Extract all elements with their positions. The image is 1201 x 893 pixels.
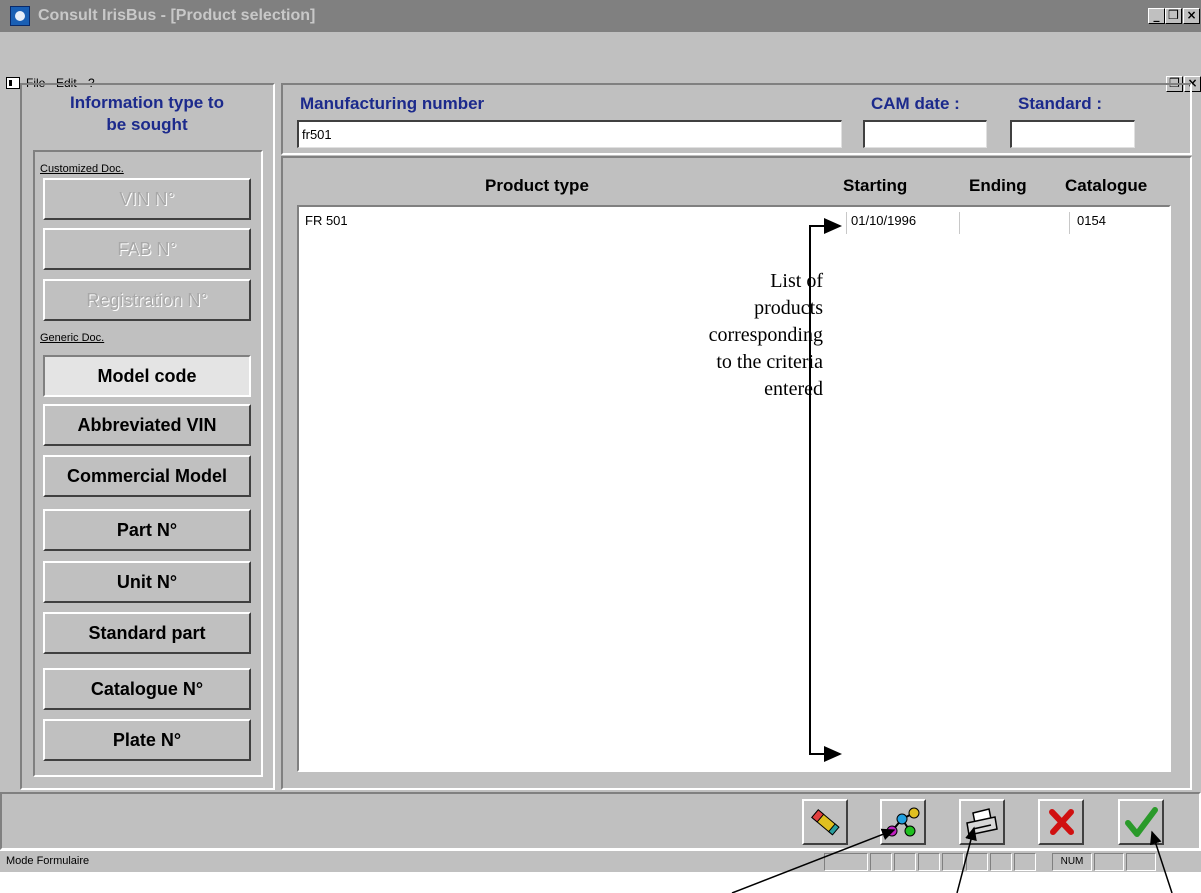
- catalogue-number-button[interactable]: Catalogue N°: [43, 668, 251, 710]
- registration-number-button[interactable]: Registration N°: [43, 279, 251, 321]
- cancel-x-icon: [1049, 809, 1074, 835]
- close-button[interactable]: ×: [1183, 8, 1200, 24]
- status-cell: [894, 853, 916, 871]
- standard-label: Standard :: [1018, 94, 1103, 113]
- status-cell: [990, 853, 1012, 871]
- column-catalogue[interactable]: Catalogue: [1065, 176, 1147, 196]
- status-text: Mode Formulaire: [6, 855, 90, 867]
- action-toolbar: [0, 792, 1201, 850]
- annotation-line: corresponding: [708, 324, 823, 346]
- molecule-icon: [886, 807, 920, 837]
- application-window: Consult IrisBus - [Product selection] _ …: [0, 0, 1201, 872]
- heading-line-2: be sought: [106, 115, 188, 134]
- column-divider: [846, 212, 847, 234]
- cam-date-label: CAM date :: [871, 94, 960, 113]
- status-cell: [966, 853, 988, 871]
- column-product-type[interactable]: Product type: [485, 176, 589, 196]
- list-annotation: List of products corresponding to the cr…: [709, 268, 823, 403]
- column-divider: [1069, 212, 1070, 234]
- maximize-button[interactable]: ❒: [1165, 8, 1182, 24]
- menu-bar: File Edit ? ❒ ×: [0, 36, 1201, 92]
- column-starting[interactable]: Starting: [843, 176, 907, 196]
- fab-number-button[interactable]: FAB N°: [43, 228, 251, 270]
- validate-check-icon: [1125, 807, 1158, 837]
- document-menu-icon[interactable]: [6, 77, 20, 89]
- information-type-heading: Information type to be sought: [22, 92, 272, 136]
- manufacturing-number-input[interactable]: [297, 120, 842, 148]
- cancel-button[interactable]: [1038, 799, 1084, 845]
- manufacturing-number-label: Manufacturing number: [300, 94, 485, 113]
- cam-date-input[interactable]: [863, 120, 987, 148]
- status-cell: [870, 853, 892, 871]
- vin-number-button[interactable]: VIN N°: [43, 178, 251, 220]
- column-ending[interactable]: Ending: [969, 176, 1027, 196]
- annotation-line: products: [754, 297, 823, 319]
- eraser-icon: [811, 809, 840, 836]
- standard-input[interactable]: [1010, 120, 1135, 148]
- annotation-line: entered: [764, 378, 823, 400]
- model-code-button[interactable]: Model code: [43, 355, 251, 397]
- num-lock-indicator: NUM: [1052, 853, 1092, 871]
- part-number-button[interactable]: Part N°: [43, 509, 251, 551]
- annotation-line: to the criteria: [716, 351, 823, 373]
- heading-line-1: Information type to: [70, 93, 224, 112]
- print-button[interactable]: [959, 799, 1005, 845]
- status-cell: [942, 853, 964, 871]
- generic-doc-label: Generic Doc.: [40, 332, 105, 344]
- printer-icon: [966, 808, 998, 836]
- abbreviated-vin-button[interactable]: Abbreviated VIN: [43, 404, 251, 446]
- commercial-model-button[interactable]: Commercial Model: [43, 455, 251, 497]
- window-title: Consult IrisBus - [Product selection]: [38, 7, 316, 24]
- minimize-button[interactable]: _: [1148, 8, 1165, 24]
- annotation-line: List of: [770, 270, 823, 292]
- status-cell: [1094, 853, 1124, 871]
- customized-doc-label: Customized Doc.: [40, 163, 124, 175]
- status-cell: [824, 853, 868, 871]
- standard-part-button[interactable]: Standard part: [43, 612, 251, 654]
- product-type-cell: FR 501: [305, 213, 348, 228]
- molecule-button[interactable]: [880, 799, 926, 845]
- unit-number-button[interactable]: Unit N°: [43, 561, 251, 603]
- starting-date-cell: 01/10/1996: [851, 213, 917, 228]
- app-icon[interactable]: [10, 6, 30, 26]
- status-cell: [1014, 853, 1036, 871]
- validate-button[interactable]: [1118, 799, 1164, 845]
- catalogue-cell: 0154: [1077, 213, 1106, 228]
- status-cell: [918, 853, 940, 871]
- title-bar[interactable]: Consult IrisBus - [Product selection] _ …: [0, 0, 1201, 32]
- column-divider: [959, 212, 960, 234]
- eraser-button[interactable]: [802, 799, 848, 845]
- plate-number-button[interactable]: Plate N°: [43, 719, 251, 761]
- status-cell: [1126, 853, 1156, 871]
